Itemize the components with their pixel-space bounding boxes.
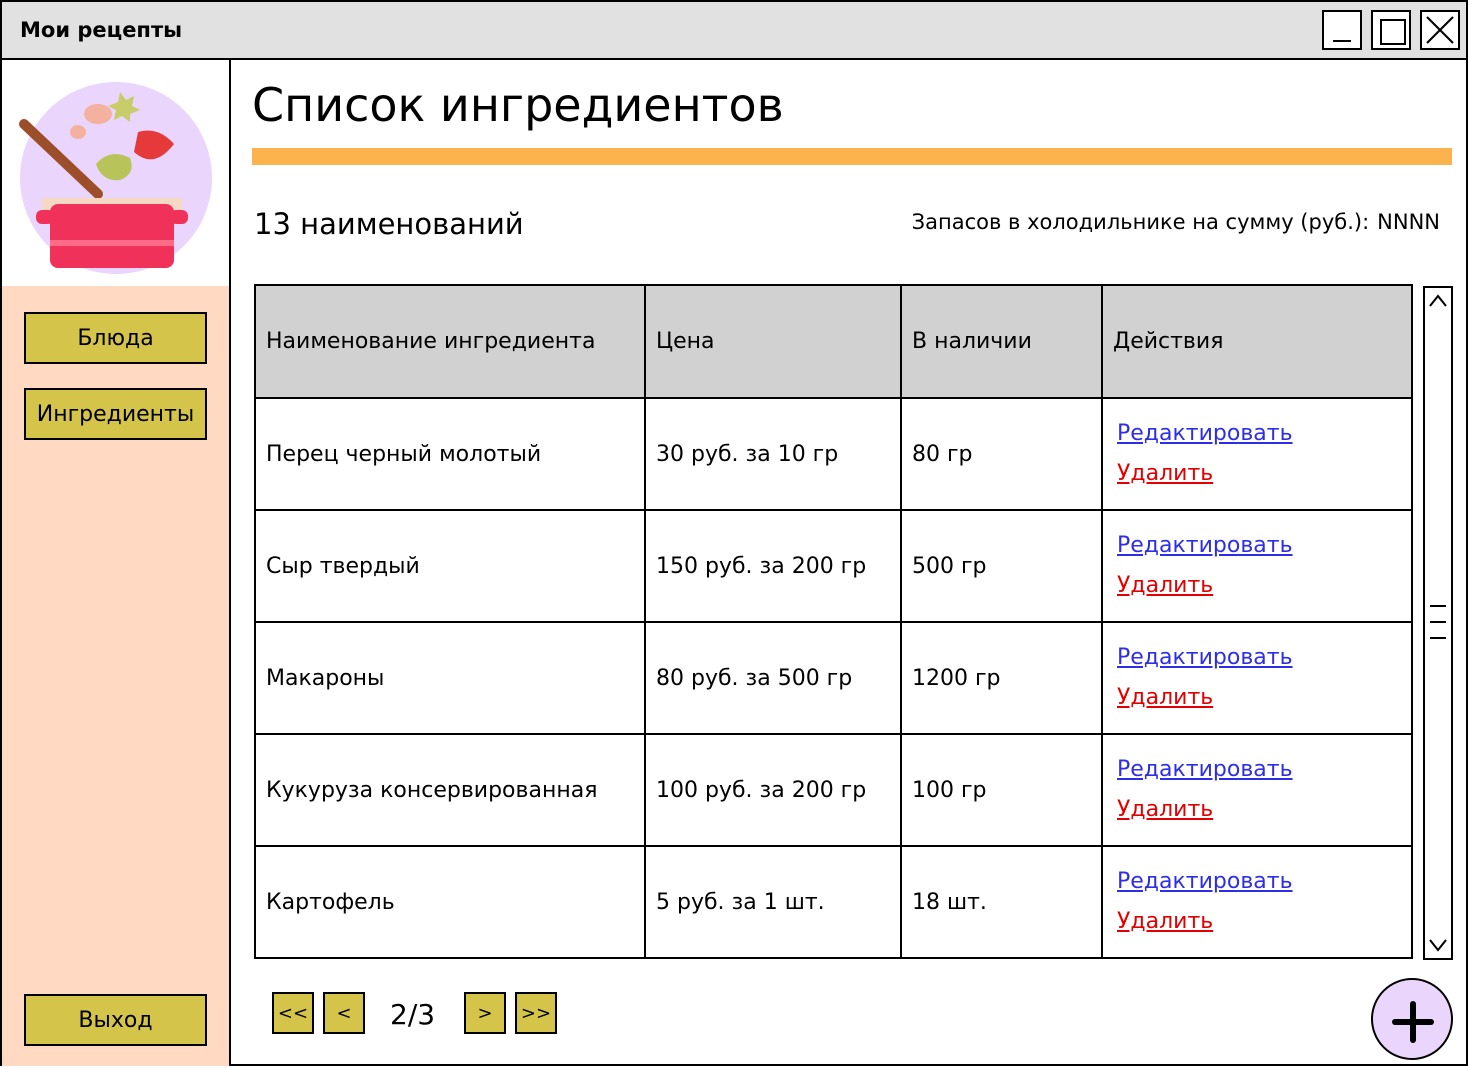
exit-label: Выход bbox=[78, 1007, 153, 1033]
delete-link[interactable]: Удалить bbox=[1117, 454, 1401, 494]
cell-price: 5 руб. за 1 шт. bbox=[644, 845, 902, 959]
table-row: Сыр твердый 150 руб. за 200 гр 500 гр Ре… bbox=[254, 509, 1413, 623]
cell-price: 150 руб. за 200 гр bbox=[644, 509, 902, 623]
nav-dishes-button[interactable]: Блюда bbox=[24, 312, 207, 364]
exit-button[interactable]: Выход bbox=[24, 994, 207, 1046]
close-button[interactable] bbox=[1420, 10, 1460, 50]
cell-price: 100 руб. за 200 гр bbox=[644, 733, 902, 847]
delete-link[interactable]: Удалить bbox=[1117, 902, 1401, 942]
plus-icon bbox=[1392, 1001, 1434, 1043]
stock-sum-value: NNNN bbox=[1377, 210, 1440, 234]
page-title: Список ингредиентов bbox=[252, 78, 784, 132]
cell-stock: 100 гр bbox=[900, 733, 1103, 847]
edit-link[interactable]: Редактировать bbox=[1117, 414, 1401, 454]
table-row: Картофель 5 руб. за 1 шт. 18 шт. Редакти… bbox=[254, 845, 1413, 959]
cell-stock: 80 гр bbox=[900, 397, 1103, 511]
column-header-actions: Действия bbox=[1101, 284, 1413, 399]
pager-first-button[interactable]: << bbox=[272, 992, 314, 1034]
edit-link[interactable]: Редактировать bbox=[1117, 638, 1401, 678]
column-header-price[interactable]: Цена bbox=[644, 284, 902, 399]
grip-icon bbox=[1430, 605, 1446, 639]
cell-stock: 1200 гр bbox=[900, 621, 1103, 735]
add-ingredient-button[interactable] bbox=[1371, 978, 1453, 1060]
delete-link[interactable]: Удалить bbox=[1117, 678, 1401, 718]
chevron-up-icon bbox=[1429, 294, 1447, 307]
cell-actions: Редактировать Удалить bbox=[1101, 509, 1413, 623]
nav-ingredients-label: Ингредиенты bbox=[36, 401, 195, 427]
chevron-down-icon bbox=[1429, 939, 1447, 952]
sidebar: Блюда Ингредиенты Выход bbox=[2, 60, 231, 1066]
edit-link[interactable]: Редактировать bbox=[1117, 862, 1401, 902]
pager-last-button[interactable]: >> bbox=[515, 992, 557, 1034]
column-header-stock[interactable]: В наличии bbox=[900, 284, 1103, 399]
table-row: Перец черный молотый 30 руб. за 10 гр 80… bbox=[254, 397, 1413, 511]
column-header-name[interactable]: Наименование ингредиента bbox=[254, 284, 646, 399]
title-underline bbox=[252, 148, 1452, 165]
maximize-button[interactable] bbox=[1371, 10, 1411, 50]
table-row: Кукуруза консервированная 100 руб. за 20… bbox=[254, 733, 1413, 847]
nav-ingredients-button[interactable]: Ингредиенты bbox=[24, 388, 207, 440]
table-scrollbar[interactable] bbox=[1423, 286, 1453, 960]
pager-prev-button[interactable]: < bbox=[323, 992, 365, 1034]
scroll-thumb[interactable] bbox=[1425, 600, 1451, 644]
pager-next-button[interactable]: > bbox=[464, 992, 506, 1034]
cell-actions: Редактировать Удалить bbox=[1101, 845, 1413, 959]
cell-name: Сыр твердый bbox=[254, 509, 646, 623]
cell-name: Перец черный молотый bbox=[254, 397, 646, 511]
title-bar: Мои рецепты bbox=[2, 2, 1466, 60]
close-icon bbox=[1426, 16, 1454, 44]
cell-actions: Редактировать Удалить bbox=[1101, 733, 1413, 847]
table-row: Макароны 80 руб. за 500 гр 1200 гр Редак… bbox=[254, 621, 1413, 735]
cell-stock: 500 гр bbox=[900, 509, 1103, 623]
app-window: Мои рецепты Блюда Ингредиенты Выход Спис… bbox=[0, 0, 1468, 1066]
delete-link[interactable]: Удалить bbox=[1117, 790, 1401, 830]
table-header-row: Наименование ингредиента Цена В наличии … bbox=[254, 284, 1413, 399]
cell-actions: Редактировать Удалить bbox=[1101, 397, 1413, 511]
nav-dishes-label: Блюда bbox=[77, 325, 154, 351]
logo-area bbox=[2, 60, 229, 286]
edit-link[interactable]: Редактировать bbox=[1117, 750, 1401, 790]
cooking-pot-icon bbox=[19, 82, 212, 274]
stock-sum: Запасов в холодильнике на сумму (руб.): … bbox=[912, 210, 1440, 234]
ingredients-table: Наименование ингредиента Цена В наличии … bbox=[254, 284, 1413, 959]
cell-stock: 18 шт. bbox=[900, 845, 1103, 959]
scroll-down-button[interactable] bbox=[1425, 930, 1451, 958]
cell-name: Картофель bbox=[254, 845, 646, 959]
cell-name: Кукуруза консервированная bbox=[254, 733, 646, 847]
minimize-button[interactable] bbox=[1322, 10, 1362, 50]
scroll-up-button[interactable] bbox=[1425, 288, 1451, 316]
stock-sum-label: Запасов в холодильнике на сумму (руб.): bbox=[911, 210, 1370, 234]
window-title: Мои рецепты bbox=[20, 18, 183, 42]
edit-link[interactable]: Редактировать bbox=[1117, 526, 1401, 566]
delete-link[interactable]: Удалить bbox=[1117, 566, 1401, 606]
pager-page-indicator: 2/3 bbox=[390, 998, 436, 1031]
cell-price: 30 руб. за 10 гр bbox=[644, 397, 902, 511]
cell-actions: Редактировать Удалить bbox=[1101, 621, 1413, 735]
cell-name: Макароны bbox=[254, 621, 646, 735]
ingredient-count: 13 наименований bbox=[254, 207, 524, 241]
cell-price: 80 руб. за 500 гр bbox=[644, 621, 902, 735]
